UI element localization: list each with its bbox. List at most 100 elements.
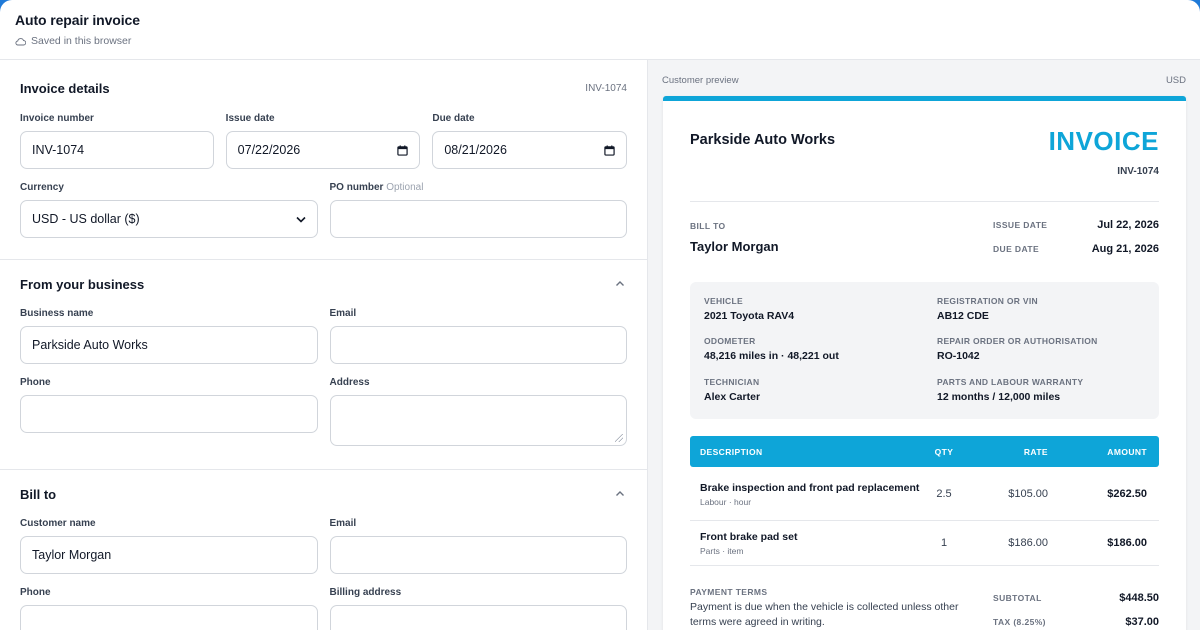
chevron-up-icon[interactable] bbox=[613, 277, 627, 291]
item-rate: $105.00 bbox=[1008, 487, 1048, 500]
input-value: Taylor Morgan bbox=[32, 548, 112, 562]
field-label: Phone bbox=[20, 587, 51, 598]
customer-phone-input[interactable] bbox=[20, 605, 318, 630]
issue-date-field: Issue date 07/22/2026 bbox=[225, 113, 421, 169]
table-header: DESCRIPTION QTY RATE AMOUNT bbox=[690, 436, 1159, 467]
col-rate: RATE bbox=[1023, 446, 1048, 457]
technician-cell: TECHNICIAN Alex Carter bbox=[704, 377, 937, 405]
technician-label: TECHNICIAN bbox=[704, 376, 760, 387]
due-date-input[interactable]: 08/21/2026 bbox=[432, 131, 628, 169]
item-description: Brake inspection and front pad replaceme… bbox=[700, 481, 920, 494]
item-amount: $262.50 bbox=[1107, 487, 1147, 500]
input-value: Parkside Auto Works bbox=[32, 338, 148, 352]
customer-email-field: Email bbox=[329, 518, 627, 574]
invoice-details-section: Invoice details INV-1074 Invoice number … bbox=[0, 60, 647, 260]
vehicle-cell: VEHICLE 2021 Toyota RAV4 bbox=[704, 296, 937, 324]
issue-date-row: ISSUE DATE Jul 22, 2026 bbox=[993, 219, 1159, 231]
resize-handle[interactable] bbox=[615, 434, 623, 442]
issue-date-input[interactable]: 07/22/2026 bbox=[225, 131, 421, 169]
item-qty: 2.5 bbox=[936, 487, 952, 500]
field-label: Email bbox=[329, 308, 357, 319]
field-label: Currency bbox=[20, 182, 64, 193]
warranty-cell: PARTS AND LABOUR WARRANTY 12 months / 12,… bbox=[937, 377, 1145, 405]
payment-terms: PAYMENT TERMS Payment is due when the ve… bbox=[690, 587, 960, 630]
customer-email-input[interactable] bbox=[329, 536, 627, 574]
payment-terms-text: Payment is due when the vehicle is colle… bbox=[690, 601, 959, 628]
preview-label: Customer preview bbox=[662, 75, 739, 86]
preview-currency: USD bbox=[1165, 75, 1186, 86]
field-label: Email bbox=[329, 518, 357, 529]
preview-header: Customer preview USD bbox=[648, 60, 1200, 86]
billing-address-textarea[interactable] bbox=[329, 605, 627, 630]
main: Invoice details INV-1074 Invoice number … bbox=[0, 60, 1200, 630]
bill-to-header[interactable]: Bill to bbox=[20, 470, 627, 518]
registration-label: REGISTRATION OR VIN bbox=[937, 296, 1038, 306]
tax-value: $37.00 bbox=[1125, 616, 1159, 628]
calendar-icon[interactable] bbox=[604, 144, 615, 156]
bill-to-name: Taylor Morgan bbox=[690, 239, 779, 254]
item-amount: $186.00 bbox=[1107, 537, 1147, 549]
business-address-textarea[interactable] bbox=[329, 395, 627, 446]
subtotal-label: SUBTOTAL bbox=[993, 593, 1042, 603]
field-label: Issue date bbox=[225, 113, 275, 124]
item-subtitle: Parts · item bbox=[700, 546, 744, 556]
table-row: Front brake pad set Parts · item 1 $186.… bbox=[690, 521, 1159, 566]
row-description-cell: Brake inspection and front pad replaceme… bbox=[690, 481, 920, 507]
top-bar: Auto repair invoice Saved in this browse… bbox=[0, 0, 1200, 60]
odometer-value: 48,216 miles in · 48,221 out bbox=[704, 350, 839, 363]
business-address-field: Address bbox=[329, 377, 627, 446]
field-label: Invoice number bbox=[20, 113, 94, 124]
customer-name-field: Customer name Taylor Morgan bbox=[20, 518, 318, 574]
field-label: PO number Optional bbox=[330, 182, 628, 193]
due-date-value: Aug 21, 2026 bbox=[1091, 243, 1159, 255]
business-phone-field: Phone bbox=[20, 377, 318, 446]
page-title: Auto repair invoice bbox=[15, 12, 140, 28]
invoice-ref: INV-1074 bbox=[585, 82, 627, 94]
registration-cell: REGISTRATION OR VIN AB12 CDE bbox=[937, 296, 1145, 324]
preview-invoice-number: INV-1074 bbox=[1117, 166, 1159, 177]
repair-order-cell: REPAIR ORDER OR AUTHORISATION RO-1042 bbox=[937, 336, 1145, 364]
calendar-icon[interactable] bbox=[397, 144, 409, 156]
input-value: 07/22/2026 bbox=[237, 143, 301, 157]
row-description-cell: Front brake pad set Parts · item bbox=[690, 530, 920, 556]
business-phone-input[interactable] bbox=[20, 395, 318, 433]
odometer-label: ODOMETER bbox=[704, 336, 756, 347]
field-label: Billing address bbox=[329, 587, 402, 598]
invoice-number-field: Invoice number INV-1074 bbox=[20, 113, 214, 169]
vehicle-info-box: VEHICLE 2021 Toyota RAV4 REGISTRATION OR … bbox=[690, 282, 1159, 419]
tax-label: TAX (8.25%) bbox=[993, 617, 1046, 627]
tax-row: TAX (8.25%) $37.00 bbox=[993, 616, 1159, 628]
invoice-details-header: Invoice details INV-1074 bbox=[20, 60, 627, 116]
invoice-editor: Invoice details INV-1074 Invoice number … bbox=[0, 60, 648, 630]
customer-name-input[interactable]: Taylor Morgan bbox=[20, 536, 318, 574]
optional-hint: Optional bbox=[386, 182, 424, 193]
repair-order-label: REPAIR ORDER OR AUTHORISATION bbox=[937, 336, 1098, 347]
invoice-preview: Parkside Auto Works INVOICE INV-1074 BIL… bbox=[663, 96, 1186, 630]
field-label: Business name bbox=[20, 308, 94, 319]
field-label: Customer name bbox=[20, 518, 96, 529]
due-date-field: Due date 08/21/2026 bbox=[432, 113, 628, 169]
business-name-input[interactable]: Parkside Auto Works bbox=[20, 326, 318, 364]
divider bbox=[690, 201, 1159, 202]
business-email-input[interactable] bbox=[329, 326, 627, 364]
cloud-icon bbox=[15, 37, 26, 45]
customer-preview-panel: Customer preview USD Parkside Auto Works… bbox=[648, 60, 1200, 630]
payment-terms-label: PAYMENT TERMS bbox=[690, 587, 768, 597]
from-business-header[interactable]: From your business bbox=[20, 260, 627, 308]
item-subtitle: Labour · hour bbox=[700, 496, 752, 507]
chevron-up-icon[interactable] bbox=[613, 487, 627, 501]
customer-phone-field: Phone bbox=[20, 587, 318, 630]
po-number-input[interactable] bbox=[329, 200, 627, 238]
business-name-field: Business name Parkside Auto Works bbox=[20, 308, 318, 364]
select-value: USD - US dollar ($) bbox=[32, 212, 140, 226]
bill-to-section: Bill to Customer name Taylor Morgan Emai… bbox=[0, 470, 647, 630]
table-row: Brake inspection and front pad replaceme… bbox=[690, 467, 1159, 521]
vehicle-value: 2021 Toyota RAV4 bbox=[704, 310, 795, 322]
invoice-number-input[interactable]: INV-1074 bbox=[20, 131, 214, 169]
currency-select[interactable]: USD - US dollar ($) bbox=[20, 200, 318, 238]
item-description: Front brake pad set bbox=[700, 531, 798, 543]
col-amount: AMOUNT bbox=[1107, 446, 1147, 457]
app-window: Auto repair invoice Saved in this browse… bbox=[0, 0, 1200, 630]
section-title: Invoice details bbox=[20, 80, 110, 96]
item-qty: 1 bbox=[940, 537, 948, 549]
